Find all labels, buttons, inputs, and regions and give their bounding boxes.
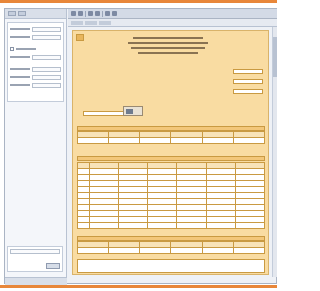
sidebar-field[interactable] (32, 26, 61, 32)
sidebar-row (10, 25, 61, 33)
form-subtitle-line (131, 47, 205, 49)
form-sheet (72, 30, 269, 275)
form-field[interactable] (233, 79, 263, 84)
toolbar-tab[interactable] (71, 20, 83, 25)
sidebar-row (10, 65, 61, 73)
sidebar-row (10, 33, 61, 41)
sidebar-menu-button[interactable] (8, 11, 16, 16)
sidebar-checkbox[interactable] (10, 47, 14, 51)
sidebar-bottom-panel (7, 246, 63, 272)
back-icon[interactable] (71, 11, 76, 16)
bottom-accent-bar (0, 285, 277, 288)
main-area (68, 9, 277, 285)
remarks-field[interactable] (77, 259, 265, 273)
sidebar-field[interactable] (32, 54, 61, 60)
toolbar-separator (85, 10, 86, 17)
sidebar (5, 9, 67, 285)
form-subtitle-line (128, 42, 208, 44)
sidebar-field[interactable] (32, 82, 61, 88)
forward-icon[interactable] (78, 11, 83, 16)
sidebar-header (5, 9, 66, 19)
sidebar-row (10, 81, 61, 89)
toolbar-separator (102, 10, 103, 17)
app-window (4, 8, 277, 285)
toolbar-tab[interactable] (85, 20, 97, 25)
sidebar-field[interactable] (32, 66, 61, 72)
form-stamp-image (123, 106, 143, 116)
sidebar-field[interactable] (32, 34, 61, 40)
form-title-line (133, 37, 203, 39)
sidebar-row (10, 53, 61, 61)
top-accent-bar (0, 0, 277, 3)
section-header-bar (77, 156, 265, 161)
toolbar (68, 9, 277, 19)
page-icon[interactable] (112, 11, 117, 16)
checkbox-label (16, 48, 36, 50)
sidebar-dropdown[interactable] (32, 74, 61, 80)
save-icon[interactable] (95, 11, 100, 16)
form-subtitle-line (138, 52, 198, 54)
summary-table (76, 131, 266, 144)
form-field[interactable] (233, 89, 263, 94)
form-logo-icon (76, 34, 84, 41)
zoom-icon[interactable] (105, 11, 110, 16)
field-label (10, 68, 30, 70)
sidebar-form-panel (7, 22, 64, 102)
field-label (10, 76, 30, 78)
field-label (10, 36, 30, 38)
sidebar-ok-button[interactable] (46, 263, 60, 269)
vertical-scrollbar[interactable] (272, 27, 277, 277)
field-label (10, 84, 30, 86)
signature-table (76, 241, 266, 254)
sidebar-bottom-field[interactable] (10, 249, 60, 254)
sidebar-row (10, 73, 61, 81)
field-label (10, 28, 30, 30)
field-label (10, 56, 30, 58)
form-field[interactable] (233, 69, 263, 74)
scroll-thumb[interactable] (273, 37, 277, 77)
sidebar-option-button[interactable] (18, 11, 26, 16)
status-bar (5, 277, 67, 285)
sidebar-row (10, 45, 61, 53)
secondary-toolbar (68, 19, 277, 27)
print-icon[interactable] (88, 11, 93, 16)
toolbar-tab[interactable] (99, 20, 111, 25)
detail-table (77, 162, 266, 229)
